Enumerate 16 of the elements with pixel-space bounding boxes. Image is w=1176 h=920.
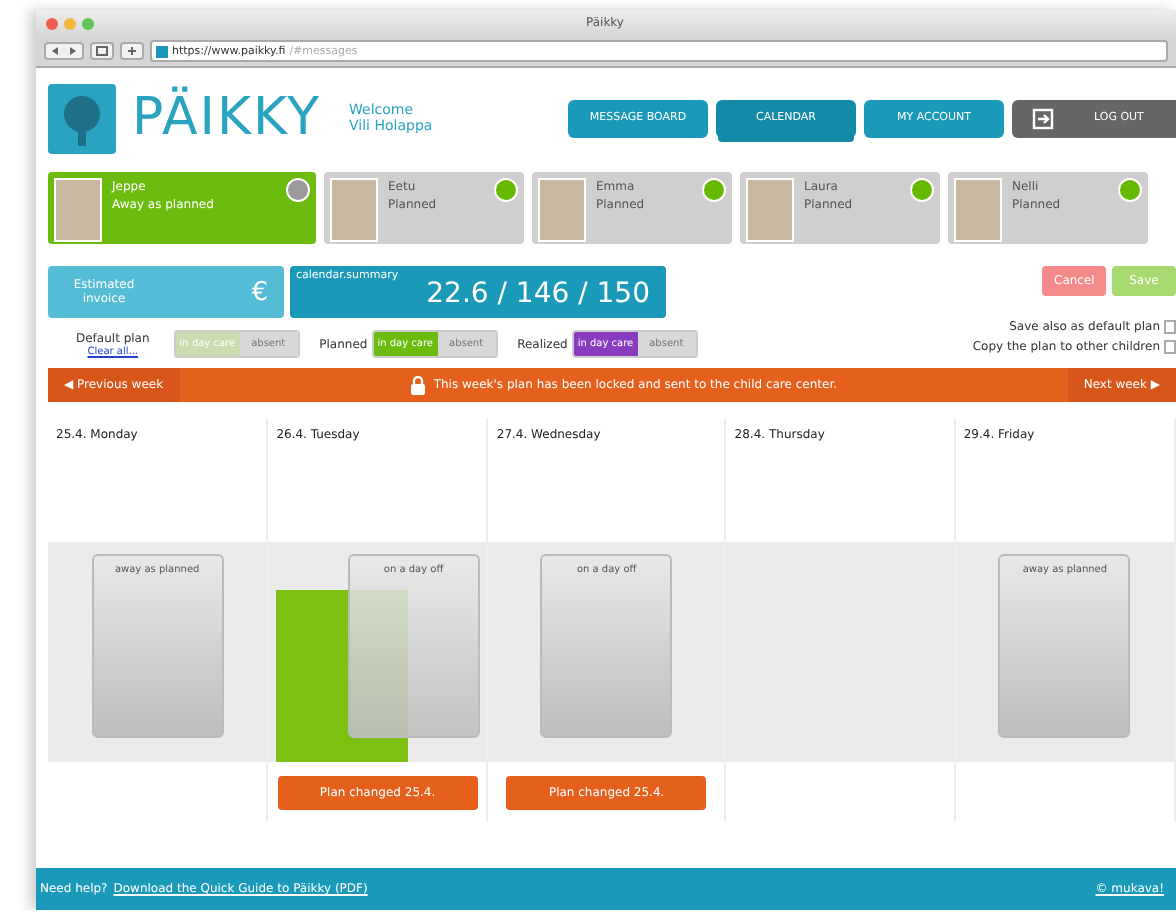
checkbox[interactable]	[1164, 339, 1176, 353]
photo-placeholder	[54, 178, 102, 242]
sidebar-button[interactable]	[90, 42, 114, 60]
euro-sign: €	[251, 277, 268, 307]
checkbox[interactable]	[1164, 319, 1176, 333]
lock-icon	[409, 374, 426, 396]
tree-logo-icon	[48, 83, 116, 153]
photo-placeholder	[746, 178, 794, 242]
photo-placeholder	[538, 178, 586, 242]
add-tab-button[interactable]	[120, 42, 144, 60]
logo-text: PÄIKKY	[132, 88, 322, 148]
back-forward-button[interactable]	[44, 42, 84, 60]
logout-icon	[1032, 107, 1054, 129]
photo-placeholder	[330, 178, 378, 242]
photo-placeholder	[954, 178, 1002, 242]
summary-value: 22.6 / 146 / 150	[426, 278, 650, 314]
